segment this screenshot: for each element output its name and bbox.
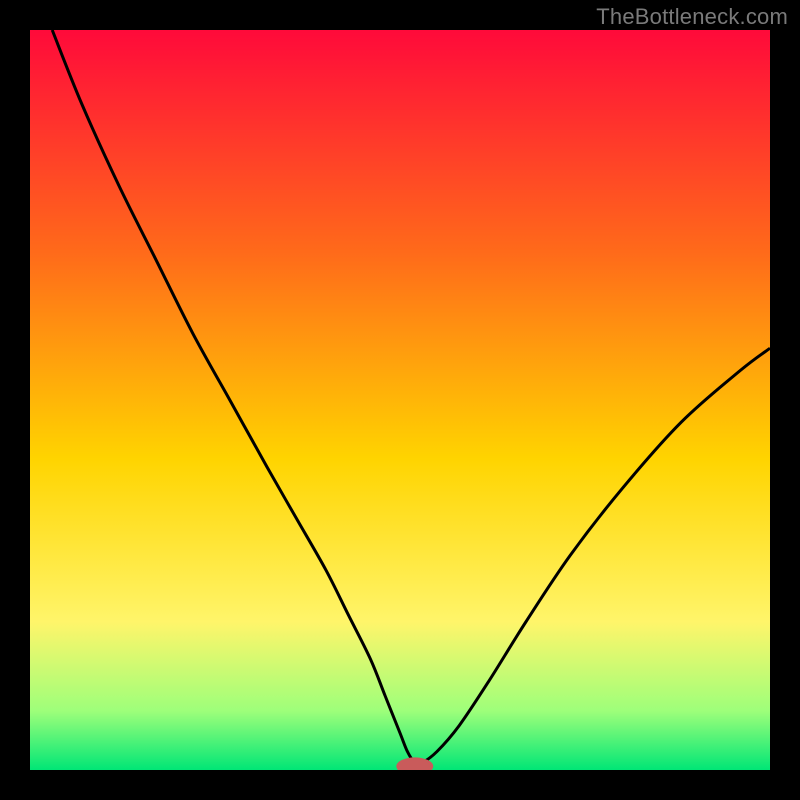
- gradient-background: [30, 30, 770, 770]
- bottleneck-plot: [0, 0, 800, 800]
- chart-frame: { "watermark": "TheBottleneck.com", "col…: [0, 0, 800, 800]
- optimal-point-marker: [396, 757, 433, 775]
- watermark-text: TheBottleneck.com: [596, 4, 788, 30]
